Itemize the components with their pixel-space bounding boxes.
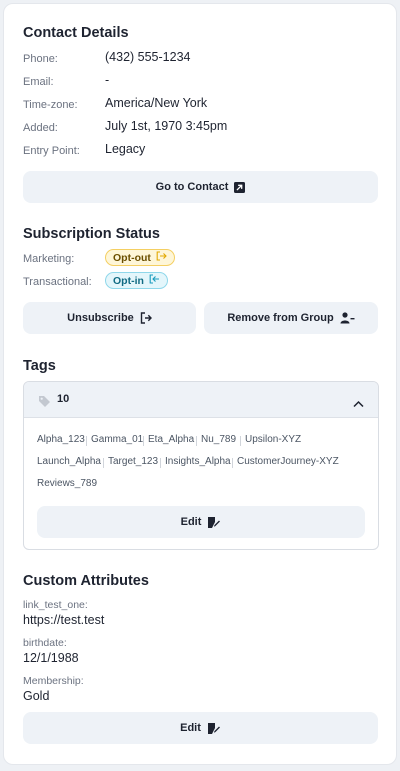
tag-divider — [143, 436, 144, 446]
edit-pen-icon — [207, 722, 221, 735]
sign-in-icon — [149, 274, 160, 287]
email-value: - — [105, 73, 110, 87]
remove-from-group-label: Remove from Group — [227, 312, 334, 324]
marketing-badge-text: Opt-out — [113, 251, 151, 264]
tag-item: Gamma_01 — [91, 434, 144, 445]
go-to-contact-button[interactable]: Go to Contact — [23, 171, 378, 203]
chevron-up-icon[interactable] — [353, 395, 364, 413]
user-minus-icon — [340, 312, 355, 324]
custom-attributes-title: Custom Attributes — [23, 573, 149, 589]
phone-value: (432) 555-1234 — [105, 50, 191, 64]
tag-icon — [38, 394, 51, 412]
marketing-label: Marketing: — [23, 253, 75, 265]
tag-item: Nu_789 — [201, 434, 237, 445]
tag-divider — [160, 458, 161, 468]
unsubscribe-label: Unsubscribe — [67, 312, 134, 324]
timezone-value: America/New York — [105, 96, 208, 110]
phone-label: Phone: — [23, 53, 58, 65]
added-label: Added: — [23, 122, 58, 134]
entry-point-label: Entry Point: — [23, 145, 80, 157]
edit-attributes-label: Edit — [180, 722, 201, 734]
transactional-status-badge: Opt-in — [105, 272, 168, 289]
go-to-contact-label: Go to Contact — [155, 181, 229, 193]
tag-item: Target_123 — [108, 456, 159, 467]
entry-point-value: Legacy — [105, 142, 146, 156]
edit-tags-label: Edit — [180, 516, 202, 528]
attribute-label-birthdate: birthdate: — [23, 637, 67, 649]
transactional-label: Transactional: — [23, 276, 92, 288]
attribute-value-link-test-one: https://test.test — [23, 613, 105, 627]
tag-item: Upsilon-XYZ — [245, 434, 302, 445]
tag-item: Reviews_789 — [37, 478, 98, 489]
tags-panel: 10 Alpha_123 Gamma_01 Eta_Alpha Nu_789 U… — [23, 381, 379, 550]
tag-divider — [103, 458, 104, 468]
unsubscribe-button[interactable]: Unsubscribe — [23, 302, 196, 334]
transactional-badge-text: Opt-in — [113, 274, 144, 287]
tags-title: Tags — [23, 358, 56, 374]
tag-item: Alpha_123 — [37, 434, 85, 445]
tags-header[interactable]: 10 — [24, 382, 378, 418]
tag-item: Eta_Alpha — [148, 434, 195, 445]
tags-count: 10 — [57, 393, 70, 405]
sign-out-icon — [140, 312, 152, 324]
external-link-icon — [234, 181, 246, 193]
edit-pen-icon — [207, 516, 222, 529]
marketing-status-badge: Opt-out — [105, 249, 175, 266]
subscription-status-title: Subscription Status — [23, 226, 160, 242]
remove-from-group-button[interactable]: Remove from Group — [204, 302, 378, 334]
added-value: July 1st, 1970 3:45pm — [105, 119, 228, 133]
contact-panel: Contact Details Phone: (432) 555-1234 Em… — [3, 3, 397, 765]
tag-divider — [86, 436, 87, 446]
timezone-label: Time-zone: — [23, 99, 78, 111]
attribute-value-birthdate: 12/1/1988 — [23, 651, 79, 665]
attribute-label-membership: Membership: — [23, 675, 84, 687]
tag-item: CustomerJourney-XYZ — [237, 456, 339, 467]
contact-details-title: Contact Details — [23, 25, 129, 41]
tag-item: Insights_Alpha — [165, 456, 231, 467]
sign-out-icon — [156, 251, 167, 264]
tag-divider — [232, 458, 233, 468]
email-label: Email: — [23, 76, 54, 88]
attribute-value-membership: Gold — [23, 689, 50, 703]
tag-divider — [240, 436, 241, 446]
attribute-label-link-test-one: link_test_one: — [23, 599, 88, 611]
tag-divider — [196, 436, 197, 446]
edit-tags-button[interactable]: Edit — [37, 506, 365, 538]
edit-attributes-button[interactable]: Edit — [23, 712, 378, 744]
tag-item: Launch_Alpha — [37, 456, 101, 467]
